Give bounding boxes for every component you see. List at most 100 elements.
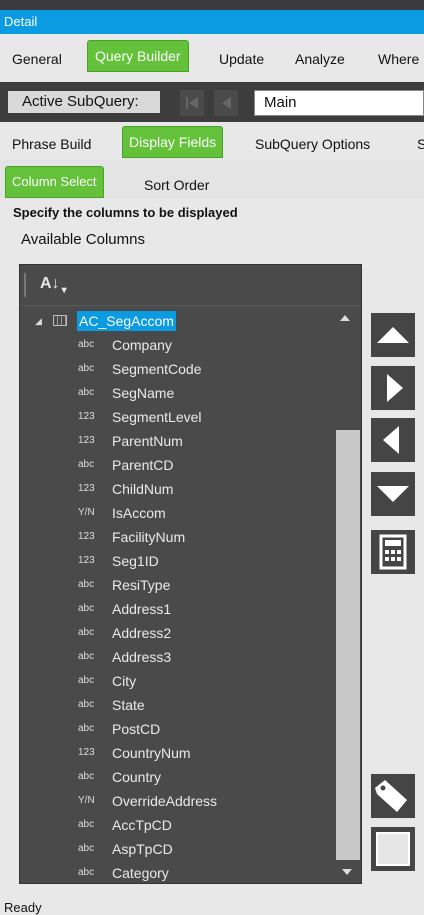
column-item[interactable]: abc Country <box>20 765 336 789</box>
first-subquery-button[interactable] <box>180 90 204 116</box>
tab-query-builder[interactable]: Query Builder <box>87 40 189 72</box>
move-up-button[interactable] <box>371 313 415 357</box>
column-type-badge: Y/N <box>78 507 95 518</box>
tag-button[interactable] <box>371 774 415 818</box>
column-type-badge: abc <box>78 579 95 590</box>
column-item[interactable]: 123 Seg1ID <box>20 549 336 573</box>
column-item[interactable]: Y/N IsAccom <box>20 501 336 525</box>
column-item[interactable]: abc State <box>20 693 336 717</box>
column-item[interactable]: abc Address1 <box>20 597 336 621</box>
skip-back-icon <box>186 97 198 109</box>
column-item[interactable]: abc Address3 <box>20 645 336 669</box>
tab-analyze[interactable]: Analyze <box>295 48 345 70</box>
available-columns-label: Available Columns <box>21 231 145 248</box>
tree-root-node[interactable]: ◢ AC_SegAccom <box>20 309 336 333</box>
detail-header: Detail <box>0 10 424 34</box>
inner-tab-row: Column Select Sort Order <box>0 160 424 198</box>
column-item[interactable]: abc SegmentCode <box>20 357 336 381</box>
move-right-button[interactable] <box>371 366 415 410</box>
column-type-badge: 123 <box>78 555 95 566</box>
scrollbar-thumb[interactable] <box>336 430 360 860</box>
subquery-bar: Active SubQuery: Main <box>0 82 424 122</box>
tab-subquery-options[interactable]: SubQuery Options <box>255 133 370 155</box>
available-columns-tree[interactable]: A↓ ▾ ◢ AC_SegAccom abc Company abc SegmentCode… <box>19 264 362 884</box>
column-type-badge: abc <box>78 459 95 470</box>
column-name: City <box>112 673 137 689</box>
previous-subquery-button[interactable] <box>214 90 238 116</box>
scroll-up-arrow[interactable] <box>340 315 350 321</box>
column-name: Address3 <box>112 649 172 665</box>
column-type-badge: abc <box>78 627 95 638</box>
column-item[interactable]: abc SegName <box>20 381 336 405</box>
column-name: ParentCD <box>112 457 174 473</box>
toolbar-grip <box>24 273 26 297</box>
column-item[interactable]: 123 FacilityNum <box>20 525 336 549</box>
tab-truncated[interactable]: S <box>417 133 424 155</box>
tree-toolbar: A↓ ▾ <box>20 265 361 306</box>
move-left-button[interactable] <box>371 418 415 462</box>
column-name: FacilityNum <box>112 529 186 545</box>
subquery-label: Active SubQuery: <box>8 91 160 113</box>
column-item[interactable]: 123 ChildNum <box>20 477 336 501</box>
column-item[interactable]: abc ResiType <box>20 573 336 597</box>
tab-general[interactable]: General <box>12 48 62 70</box>
column-item[interactable]: abc AspTpCD <box>20 837 336 861</box>
column-name: ChildNum <box>112 481 174 497</box>
column-type-badge: abc <box>78 867 95 878</box>
tab-phrase-build[interactable]: Phrase Build <box>12 133 91 155</box>
column-type-badge: abc <box>78 387 95 398</box>
column-name: ResiType <box>112 577 171 593</box>
column-item[interactable]: 123 ParentNum <box>20 429 336 453</box>
column-type-badge: abc <box>78 843 95 854</box>
column-item[interactable]: abc ParentCD <box>20 453 336 477</box>
column-type-badge: 123 <box>78 435 95 446</box>
main-tab-row: General Query Builder Update Analyze Whe… <box>0 36 424 80</box>
column-item[interactable]: abc PostCD <box>20 717 336 741</box>
sort-az-icon[interactable]: A↓ ▾ <box>40 275 67 296</box>
column-type-badge: abc <box>78 723 95 734</box>
tab-where[interactable]: Where <box>378 48 419 70</box>
tag-icon <box>375 780 407 812</box>
tab-column-select[interactable]: Column Select <box>5 166 104 198</box>
calculator-icon <box>379 534 407 570</box>
active-subquery-field[interactable]: Main <box>254 90 424 116</box>
tab-sort-order[interactable]: Sort Order <box>144 174 209 196</box>
column-name: Seg1ID <box>112 553 159 569</box>
column-name: Category <box>112 865 169 881</box>
column-type-badge: 123 <box>78 483 95 494</box>
column-item[interactable]: Y/N OverrideAddress <box>20 789 336 813</box>
column-item[interactable]: abc Address2 <box>20 621 336 645</box>
move-down-icon <box>377 486 409 502</box>
tab-display-fields[interactable]: Display Fields <box>122 126 224 158</box>
column-name: ParentNum <box>112 433 183 449</box>
column-item[interactable]: abc Company <box>20 333 336 357</box>
column-name: State <box>112 697 145 713</box>
table-icon <box>53 315 67 326</box>
column-name: CountryNum <box>112 745 191 761</box>
status-text: Ready <box>4 900 42 915</box>
scroll-down-arrow[interactable] <box>342 869 352 875</box>
calculated-field-button[interactable] <box>371 530 415 574</box>
triangle-left-icon <box>222 97 231 109</box>
column-name: SegmentCode <box>112 361 202 377</box>
column-item[interactable]: abc AccTpCD <box>20 813 336 837</box>
column-name: SegName <box>112 385 175 401</box>
square-button[interactable] <box>371 827 415 871</box>
column-type-badge: abc <box>78 651 95 662</box>
column-item[interactable]: 123 SegmentLevel <box>20 405 336 429</box>
tab-update[interactable]: Update <box>219 48 264 70</box>
tree-root-label[interactable]: AC_SegAccom <box>77 311 176 331</box>
column-type-badge: abc <box>78 771 95 782</box>
column-item[interactable]: 123 CountryNum <box>20 741 336 765</box>
move-down-button[interactable] <box>371 472 415 516</box>
column-name: SegmentLevel <box>112 409 202 425</box>
collapse-icon[interactable]: ◢ <box>35 309 42 333</box>
move-up-icon <box>377 327 409 343</box>
column-type-badge: Y/N <box>78 795 95 806</box>
column-type-badge: abc <box>78 603 95 614</box>
column-item[interactable]: abc Category <box>20 861 336 883</box>
detail-title: Detail <box>4 14 38 29</box>
column-item[interactable]: abc City <box>20 669 336 693</box>
column-name: Address1 <box>112 601 172 617</box>
column-name: PostCD <box>112 721 161 737</box>
